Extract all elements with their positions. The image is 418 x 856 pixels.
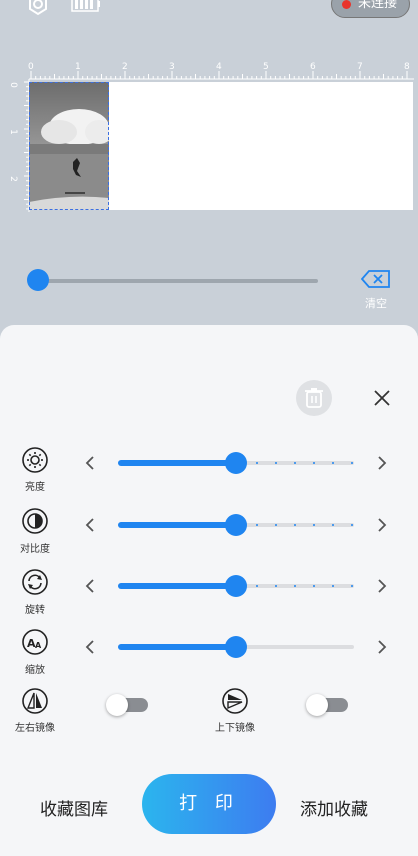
slider-dot [351, 524, 353, 526]
brightness-icon [22, 447, 48, 473]
ruler-top-tick-label: 3 [169, 62, 175, 72]
slider-fill [118, 583, 236, 589]
slider-dot [294, 462, 296, 464]
slider-dot [332, 462, 334, 464]
increase-chevron-right-icon[interactable] [375, 455, 389, 471]
ruler-top-tick-label: 7 [357, 62, 363, 72]
mirror-horizontal-label: 左右镜像 [15, 723, 55, 734]
decrease-chevron-left-icon[interactable] [83, 639, 97, 655]
connection-status-label: 未连接 [357, 0, 397, 11]
gallery-button[interactable]: 收藏图库 [40, 795, 108, 820]
svg-text:A: A [35, 641, 42, 650]
battery-icon [71, 0, 100, 12]
mirror-horizontal-toggle[interactable] [106, 694, 148, 716]
slider-dot [256, 585, 258, 587]
zoom-font-icon: A A [22, 629, 48, 655]
slider-fill [118, 460, 236, 466]
slider-knob[interactable] [225, 575, 247, 597]
slider-dot [351, 462, 353, 464]
slider-knob[interactable] [225, 636, 247, 658]
slider-dot [275, 462, 277, 464]
settings-gear-icon[interactable] [26, 0, 50, 16]
rotate-icon [22, 569, 48, 595]
adjustment-slider[interactable] [118, 452, 354, 474]
decrease-chevron-left-icon[interactable] [83, 578, 97, 594]
connection-status-button[interactable]: 未连接 [330, 0, 410, 18]
print-button[interactable]: 打 印 [142, 774, 276, 834]
adjustment-slider[interactable] [118, 636, 354, 658]
slider-dot [332, 524, 334, 526]
brightness-label: 亮度 [25, 482, 45, 493]
slider-dot [313, 585, 315, 587]
increase-chevron-right-icon[interactable] [375, 517, 389, 533]
increase-chevron-right-icon[interactable] [375, 578, 389, 594]
slider-knob[interactable] [225, 452, 247, 474]
slider-dot [332, 585, 334, 587]
close-icon[interactable] [372, 388, 392, 408]
slider-dot [275, 585, 277, 587]
contrast-label: 对比度 [20, 544, 50, 555]
clear-label: 清空 [365, 297, 387, 310]
mirror-horizontal-icon [22, 688, 48, 714]
mirror-vertical-label: 上下镜像 [215, 723, 255, 734]
slider-dot [294, 585, 296, 587]
photo-image [29, 82, 109, 210]
trash-icon [305, 388, 323, 408]
slider-dot [256, 524, 258, 526]
slider-dot [294, 524, 296, 526]
slider-dot [351, 585, 353, 587]
clear-button[interactable]: 清空 [358, 270, 394, 310]
disconnected-dot-icon [341, 0, 351, 9]
ruler-top-tick-label: 8 [404, 62, 410, 72]
increase-chevron-right-icon[interactable] [375, 639, 389, 655]
add-favorite-button[interactable]: 添加收藏 [300, 795, 368, 820]
slider-fill [118, 522, 236, 528]
ruler-left-tick-label: 0 [7, 82, 18, 88]
contrast-icon [22, 508, 48, 534]
slider-dot [275, 524, 277, 526]
delete-button[interactable] [296, 380, 332, 416]
top-bar: 未连接 [0, 0, 418, 22]
slider-dot [313, 524, 315, 526]
toggle-knob [106, 694, 128, 716]
ruler-top-tick-label: 2 [122, 62, 128, 72]
ruler-top-tick-label: 0 [28, 62, 34, 72]
slider-dot [313, 462, 315, 464]
label-image[interactable] [29, 82, 109, 210]
ruler-top-tick-label: 1 [75, 62, 81, 72]
decrease-chevron-left-icon[interactable] [83, 455, 97, 471]
rotate-label: 旋转 [25, 605, 45, 616]
mirror-vertical-toggle[interactable] [306, 694, 348, 716]
ruler-top-tick-label: 6 [310, 62, 316, 72]
ruler-top-tick-label: 5 [263, 62, 269, 72]
backspace-clear-icon [360, 270, 390, 288]
adjustment-slider[interactable] [118, 514, 354, 536]
print-progress-track[interactable] [38, 279, 318, 283]
decrease-chevron-left-icon[interactable] [83, 517, 97, 533]
zoom-label: 缩放 [25, 665, 45, 676]
toggle-knob [306, 694, 328, 716]
mirror-vertical-icon [222, 688, 248, 714]
ruler-left-tick-label: 2 [7, 176, 18, 182]
ruler-left-tick-label: 1 [7, 129, 18, 135]
slider-fill [118, 644, 236, 650]
slider-dot [256, 462, 258, 464]
ruler-top-tick-label: 4 [216, 62, 222, 72]
slider-knob[interactable] [225, 514, 247, 536]
adjustment-slider[interactable] [118, 575, 354, 597]
print-progress-knob[interactable] [27, 269, 49, 291]
